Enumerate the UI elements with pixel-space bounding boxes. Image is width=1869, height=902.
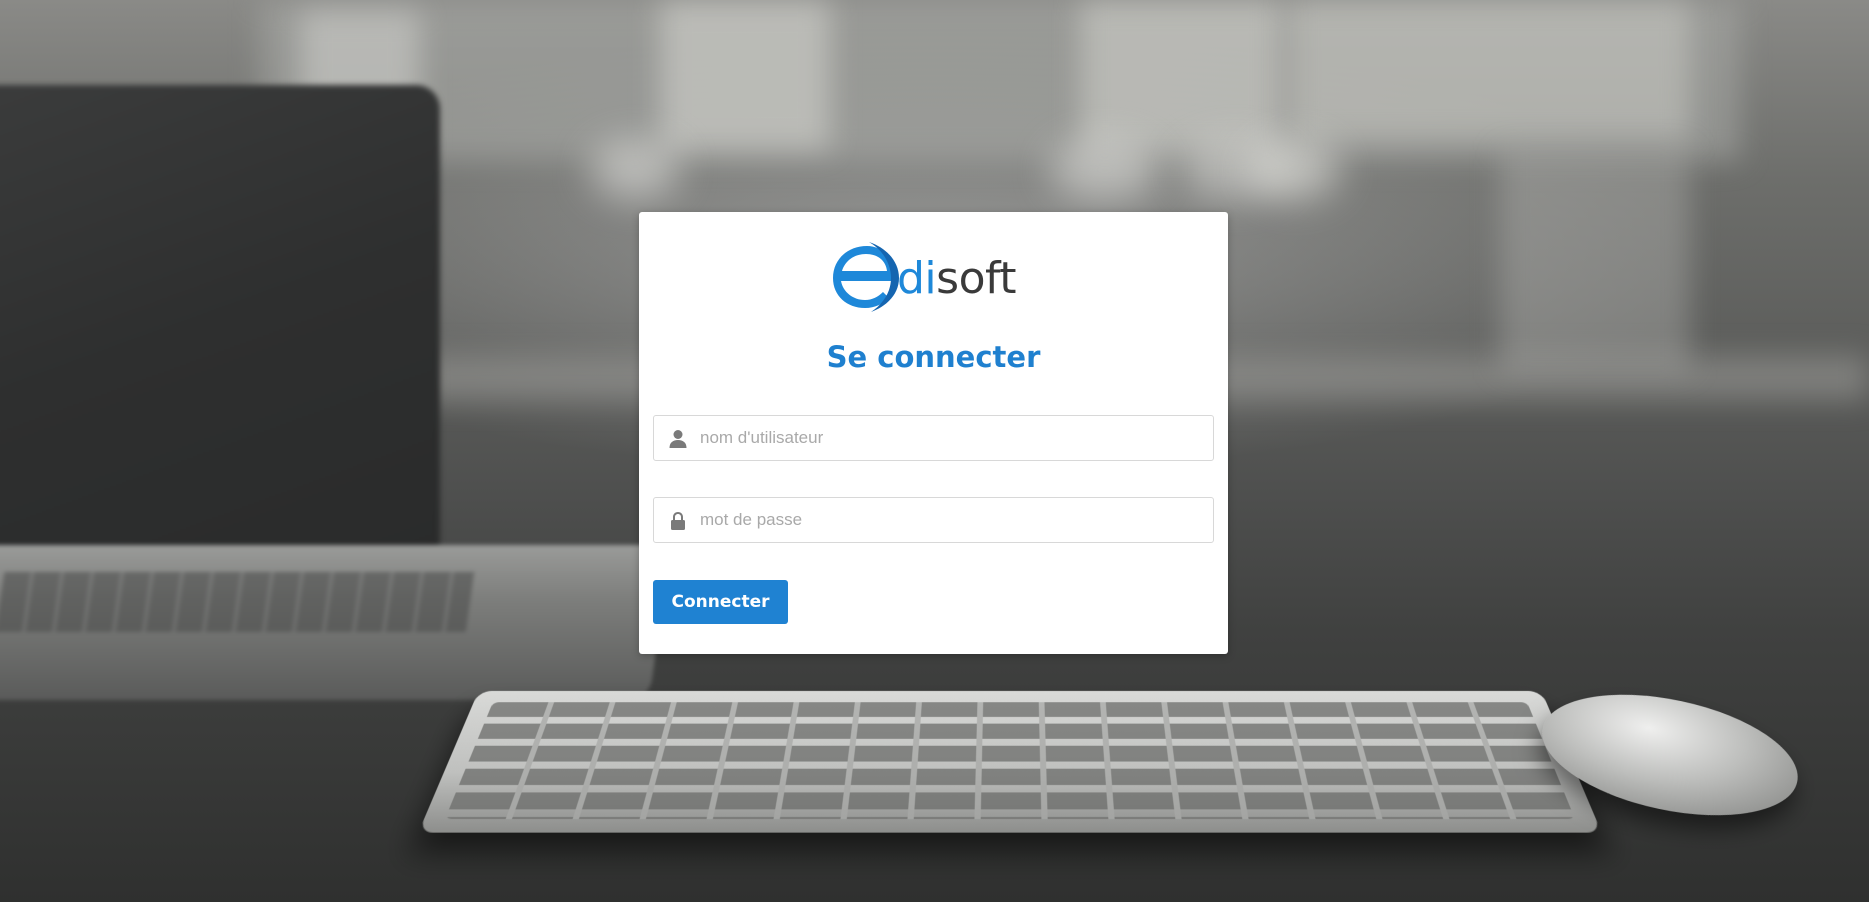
username-input[interactable] — [700, 416, 1200, 460]
logo-e-icon — [833, 242, 899, 312]
login-card: disoft Se connecter Connecter — [639, 212, 1228, 654]
username-field[interactable] — [653, 415, 1214, 461]
logo-text-soft: soft — [936, 253, 1016, 304]
logo-wordmark: disoft — [897, 254, 1016, 304]
keyboard-photo — [418, 690, 1602, 833]
logo-text-di: di — [897, 253, 937, 304]
edisoft-logo: disoft — [829, 240, 1039, 314]
user-icon — [667, 428, 689, 450]
lock-icon — [667, 510, 689, 532]
password-field[interactable] — [653, 497, 1214, 543]
connect-button[interactable]: Connecter — [653, 580, 788, 624]
login-title: Se connecter — [826, 340, 1041, 374]
password-input[interactable] — [700, 498, 1200, 542]
